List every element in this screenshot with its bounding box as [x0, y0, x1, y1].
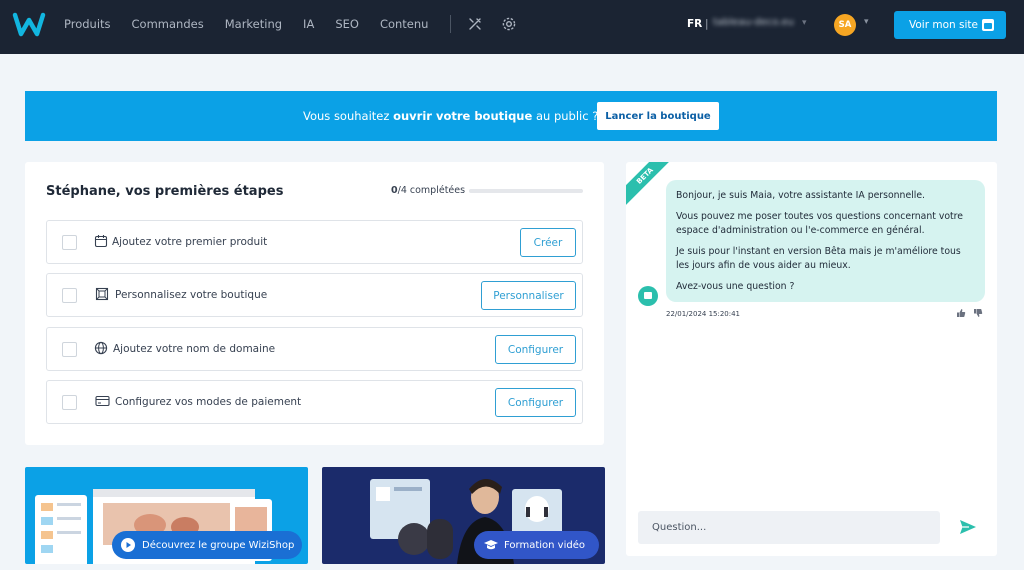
avatar[interactable]: SA: [834, 14, 856, 36]
step-row-customize: Personnalisez votre boutique Personnalis…: [46, 273, 583, 317]
visit-site-label: Voir mon site: [909, 19, 978, 31]
banner-text-start: Vous souhaitez: [303, 109, 394, 123]
banner-text: Vous souhaitez ouvrir votre boutique au …: [303, 109, 598, 123]
nav-produits[interactable]: Produits: [64, 17, 111, 31]
send-icon[interactable]: [959, 519, 977, 535]
thumbs-up-icon[interactable]: [956, 308, 966, 318]
nav-contenu[interactable]: Contenu: [380, 17, 429, 31]
step-row-product: Ajoutez votre premier produit Créer: [46, 220, 583, 264]
assistant-avatar-icon: [638, 286, 658, 306]
discover-group-label: Découvrez le groupe WiziShop: [142, 539, 295, 551]
message-line: Je suis pour l'instant en version Bêta m…: [676, 245, 961, 272]
wizishop-logo[interactable]: [12, 10, 46, 40]
message-line: Avez-vous une question ?: [676, 280, 795, 292]
browser-window-icon: [982, 19, 994, 31]
step-row-payment: Configurez vos modes de paiement Configu…: [46, 380, 583, 424]
nav-seo[interactable]: SEO: [335, 17, 359, 31]
credit-card-icon: [95, 395, 110, 407]
top-navigation-bar: Produits Commandes Marketing IA SEO Cont…: [0, 0, 1024, 54]
site-selector[interactable]: tableau-deco.eu: [713, 17, 797, 31]
step-checkbox[interactable]: [62, 342, 77, 357]
step-label: Personnalisez votre boutique: [115, 289, 268, 301]
step-label: Configurez vos modes de paiement: [115, 396, 302, 408]
graduation-cap-icon: [484, 540, 498, 550]
banner-text-bold: ouvrir votre boutique: [393, 109, 533, 123]
message-line: Bonjour, je suis Maia, votre assistante …: [676, 190, 926, 201]
configure-payment-button[interactable]: Configurer: [495, 388, 576, 417]
video-training-label: Formation vidéo: [504, 539, 585, 551]
language-selector[interactable]: FR: [687, 18, 702, 30]
image-frame-icon: [95, 287, 109, 301]
progress-bar: [469, 189, 583, 193]
nav-commandes[interactable]: Commandes: [132, 17, 204, 31]
question-input[interactable]: [638, 511, 940, 544]
progress-total: /4 complétées: [397, 185, 466, 196]
wizishop-group-promo[interactable]: Découvrez le groupe WiziShop: [25, 467, 308, 564]
message-line: Vous pouvez me poser toutes vos question…: [676, 210, 963, 237]
language-separator: |: [705, 18, 709, 30]
launch-shop-button[interactable]: Lancer la boutique: [597, 102, 719, 130]
step-checkbox[interactable]: [62, 288, 77, 303]
play-circle-icon: [121, 538, 135, 552]
ai-assistant-chat: BETA Bonjour, je suis Maia, votre assist…: [626, 162, 997, 556]
message-timestamp: 22/01/2024 15:20:41: [666, 310, 741, 318]
progress-label: 0/4 complétées: [391, 185, 465, 196]
first-steps-card: Stéphane, vos premières étapes 0/4 compl…: [25, 162, 604, 445]
step-checkbox[interactable]: [62, 235, 77, 250]
step-checkbox[interactable]: [62, 395, 77, 410]
calendar-box-icon: [94, 235, 108, 248]
chevron-down-icon[interactable]: ▾: [864, 17, 869, 27]
assistant-message-bubble: Bonjour, je suis Maia, votre assistante …: [666, 180, 985, 302]
thumbs-down-icon[interactable]: [973, 308, 983, 318]
visit-site-button[interactable]: Voir mon site: [894, 11, 1006, 39]
open-shop-banner: Vous souhaitez ouvrir votre boutique au …: [25, 91, 997, 141]
chevron-down-icon[interactable]: ▾: [802, 18, 807, 28]
video-training-promo[interactable]: Formation vidéo: [322, 467, 605, 564]
configure-domain-button[interactable]: Configurer: [495, 335, 576, 364]
steps-title: Stéphane, vos premières étapes: [46, 184, 284, 199]
customize-shop-button[interactable]: Personnaliser: [481, 281, 576, 310]
nav-divider: [450, 15, 452, 33]
progress-count: 0: [391, 185, 398, 196]
globe-icon: [94, 341, 108, 355]
nav-ia[interactable]: IA: [303, 17, 314, 31]
step-label: Ajoutez votre premier produit: [112, 236, 268, 248]
step-label: Ajoutez votre nom de domaine: [113, 343, 276, 355]
gear-icon[interactable]: [501, 16, 517, 32]
tools-icon[interactable]: [467, 16, 483, 32]
video-training-button[interactable]: Formation vidéo: [474, 531, 599, 559]
nav-marketing[interactable]: Marketing: [225, 17, 282, 31]
create-product-button[interactable]: Créer: [520, 228, 576, 257]
step-row-domain: Ajoutez votre nom de domaine Configurer: [46, 327, 583, 371]
banner-text-end: au public ?: [532, 109, 599, 123]
main-nav: Produits Commandes Marketing IA SEO Cont…: [64, 0, 535, 48]
discover-group-button[interactable]: Découvrez le groupe WiziShop: [112, 531, 302, 559]
